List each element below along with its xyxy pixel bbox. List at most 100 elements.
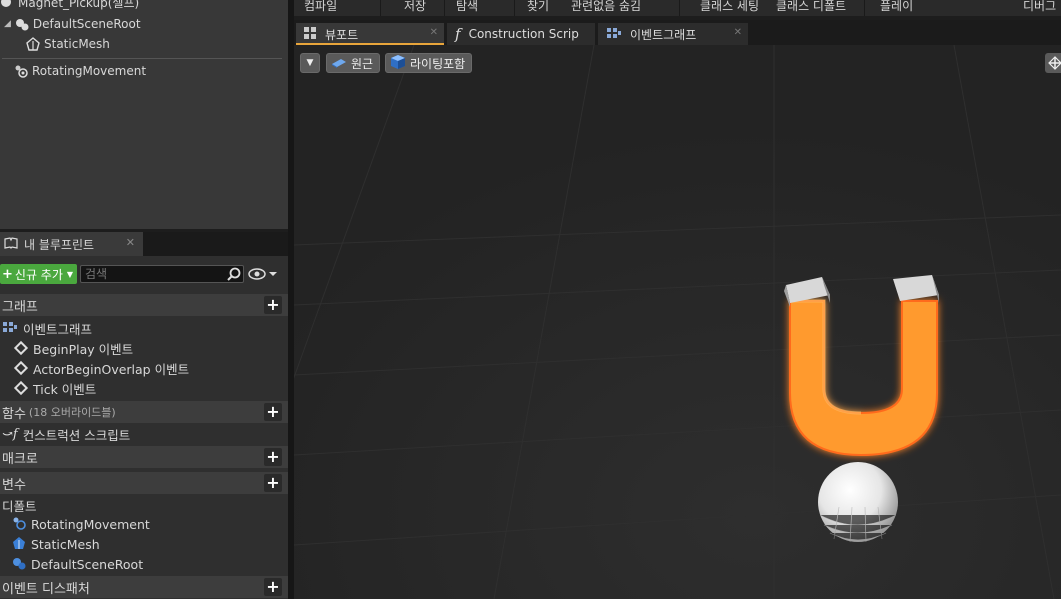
construction-script-label: 컨스트럭션 스크립트	[22, 427, 131, 443]
tab-construction-script[interactable]: f Construction Scrip	[447, 23, 595, 45]
book-icon	[4, 236, 18, 252]
perspective-label: 원근	[351, 56, 374, 71]
lighting-label: 라이팅포함	[410, 56, 466, 71]
chevron-down-icon: ▼	[66, 269, 74, 279]
add-event-dispatcher-button[interactable]: +	[264, 578, 282, 596]
add-new-button[interactable]: + 신규 추가 ▼	[0, 264, 77, 284]
expand-arrow-icon[interactable]: ◢	[4, 19, 11, 29]
variable-label-static-mesh: StaticMesh	[31, 536, 100, 552]
find-button[interactable]: 찾기	[527, 0, 549, 16]
compile-button[interactable]: 컴파일	[304, 0, 337, 16]
diamond-event-icon	[13, 340, 29, 356]
perspective-button[interactable]: 원근	[326, 53, 381, 73]
rotating-movement-component-icon	[12, 516, 26, 533]
variable-item-rotating-movement[interactable]: RotatingMovement	[12, 514, 150, 534]
ball-mesh	[818, 462, 898, 543]
variable-label-default-scene-root: DefaultSceneRoot	[31, 556, 144, 572]
class-defaults-button[interactable]: 클래스 디폴트	[776, 0, 846, 16]
tree-label-default-scene-root: DefaultSceneRoot	[32, 17, 141, 31]
plus-icon: +	[2, 266, 13, 282]
static-mesh-icon	[26, 37, 40, 51]
debug-button[interactable]: 디버그	[1023, 0, 1061, 16]
graph-icon	[2, 321, 18, 336]
hide-unrelated-button[interactable]: 관련없음 숨김	[571, 0, 641, 16]
add-macro-button[interactable]: +	[264, 448, 282, 466]
function-icon: f	[455, 25, 461, 43]
class-settings-button[interactable]: 클래스 세팅	[700, 0, 759, 16]
event-item-tick[interactable]: Tick 이벤트	[13, 378, 97, 398]
variable-category-default-label: 디폴트	[2, 498, 37, 514]
tree-label-rotating-movement: RotatingMovement	[32, 64, 147, 78]
toolbar-menubar: 컴파일 저장 탐색 찾기 관련없음 숨김 클래스 세팅 클래스 디폴트 플레이 …	[294, 0, 1061, 16]
tab-viewport[interactable]: 뷰포트 ✕	[296, 23, 444, 45]
section-macros[interactable]: 매크로 +	[0, 446, 288, 468]
add-function-button[interactable]: +	[264, 403, 282, 421]
event-graph-label: 이벤트그래프	[23, 321, 93, 337]
close-icon[interactable]: ✕	[126, 236, 135, 249]
actor-icon	[0, 0, 14, 9]
scene-root-icon	[15, 17, 29, 31]
tab-my-blueprint[interactable]: 내 블루프린트 ✕	[0, 232, 143, 256]
add-new-label: 신규 추가	[14, 267, 63, 282]
add-variable-button[interactable]: +	[264, 474, 282, 492]
event-label-tick: Tick 이벤트	[33, 381, 97, 397]
tree-label-static-mesh: StaticMesh	[44, 37, 110, 51]
event-label-actorbeginoverlap: ActorBeginOverlap 이벤트	[33, 361, 190, 377]
save-button[interactable]: 저장	[404, 0, 426, 16]
tree-row-rotating-movement[interactable]: RotatingMovement	[14, 61, 146, 81]
static-mesh-component-icon	[12, 536, 26, 553]
tab-my-blueprint-label: 내 블루프린트	[24, 237, 95, 252]
section-graphs-label: 그래프	[2, 299, 38, 315]
rotating-movement-icon	[14, 64, 28, 78]
viewport[interactable]: ▼ 원근 라이팅포함	[294, 45, 1061, 599]
toolbar-divider	[514, 0, 515, 16]
my-blueprint-panel: + 신규 추가 ▼ 검색 그래프 + 이벤트그래프 BeginPlay 이벤트 …	[0, 256, 288, 599]
section-graphs[interactable]: 그래프 +	[0, 294, 288, 316]
section-functions-label: 함수	[2, 406, 26, 422]
chevron-down-icon: ▼	[306, 58, 314, 68]
event-graph-item[interactable]: 이벤트그래프	[2, 318, 92, 338]
close-icon[interactable]: ✕	[430, 27, 438, 38]
variable-category-default[interactable]: 디폴트	[2, 495, 37, 515]
editor-tabbar: 뷰포트 ✕ f Construction Scrip 이벤트그래프 ✕	[294, 20, 1061, 45]
toolbar-divider	[380, 0, 381, 16]
tab-construction-script-label: Construction Scrip	[468, 27, 579, 41]
close-icon[interactable]: ✕	[734, 27, 742, 38]
search-input[interactable]: 검색	[80, 265, 244, 283]
search-icon[interactable]	[227, 267, 241, 281]
event-item-beginplay[interactable]: BeginPlay 이벤트	[13, 338, 133, 358]
tree-row-default-scene-root[interactable]: ◢ DefaultSceneRoot	[4, 14, 141, 34]
viewport-options-dropdown[interactable]: ▼	[300, 53, 320, 73]
graph-icon	[606, 27, 622, 42]
maximize-viewport-icon[interactable]	[1045, 53, 1061, 73]
tree-row-static-mesh[interactable]: StaticMesh	[26, 34, 110, 54]
tab-viewport-label: 뷰포트	[325, 27, 359, 42]
section-event-dispatchers[interactable]: 이벤트 디스패처 +	[0, 576, 288, 598]
toolbar-divider	[679, 0, 680, 16]
section-variables[interactable]: 변수 +	[0, 472, 288, 494]
my-blueprint-tabbar: 내 블루프린트 ✕	[0, 232, 288, 256]
eye-icon[interactable]	[248, 266, 278, 282]
browse-button[interactable]: 탐색	[456, 0, 478, 16]
viewport-icon	[304, 26, 317, 42]
event-item-actorbeginoverlap[interactable]: ActorBeginOverlap 이벤트	[13, 358, 190, 378]
section-macros-label: 매크로	[2, 451, 38, 467]
scene-component-icon	[12, 556, 26, 573]
construction-script-item[interactable]: ⤻f 컨스트럭션 스크립트	[2, 424, 130, 444]
search-placeholder: 검색	[85, 267, 108, 281]
variable-item-static-mesh[interactable]: StaticMesh	[12, 534, 100, 554]
function-icon: ⤻f	[2, 426, 18, 442]
tree-label-self: Magnet_Pickup(셀프)	[18, 0, 140, 10]
diamond-event-icon	[13, 360, 29, 376]
tab-event-graph[interactable]: 이벤트그래프 ✕	[598, 23, 748, 45]
lit-cube-icon	[390, 54, 406, 73]
lighting-mode-button[interactable]: 라이팅포함	[385, 53, 473, 73]
tree-row-self[interactable]: Magnet_Pickup(셀프)	[0, 0, 139, 12]
section-functions[interactable]: 함수 (18 오버라이드블) +	[0, 401, 288, 423]
add-graph-button[interactable]: +	[264, 296, 282, 314]
variable-item-default-scene-root[interactable]: DefaultSceneRoot	[12, 554, 143, 574]
my-blueprint-toolbar: + 신규 추가 ▼ 검색	[0, 264, 288, 284]
play-button[interactable]: 플레이	[880, 0, 913, 16]
section-event-dispatchers-label: 이벤트 디스패처	[2, 581, 90, 597]
diamond-event-icon	[13, 380, 29, 396]
